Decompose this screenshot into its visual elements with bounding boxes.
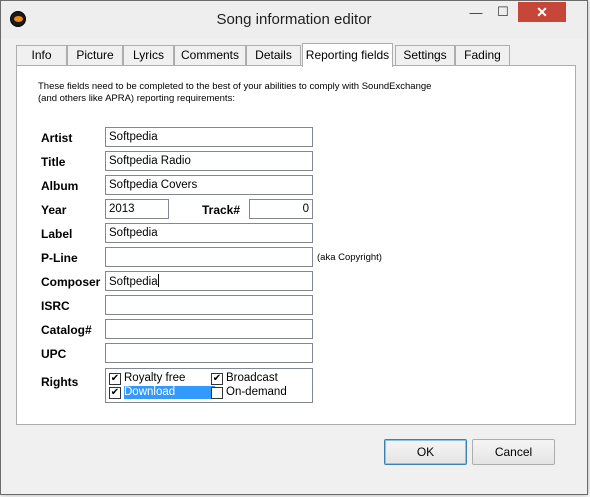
reporting-fields-panel: These fields need to be completed to the… (16, 65, 576, 425)
isrc-input[interactable] (105, 295, 313, 315)
royalty-free-label: Royalty free (124, 372, 186, 384)
album-input[interactable]: Softpedia Covers (105, 175, 313, 195)
rights-label: Rights (41, 375, 79, 389)
label-label: Label (41, 227, 73, 241)
tab-comments[interactable]: Comments (174, 45, 246, 66)
intro-line-1: These fields need to be completed to the… (38, 81, 432, 92)
tab-picture[interactable]: Picture (67, 45, 123, 66)
title-input[interactable]: Softpedia Radio (105, 151, 313, 171)
composer-input[interactable]: Softpedia (105, 271, 313, 291)
broadcast-checkbox[interactable]: ✔ (211, 372, 223, 385)
rights-royalty-free[interactable]: ✔ Royalty free (109, 372, 185, 385)
song-info-editor-window: Song information editor — ☐ ✕ Info Pictu… (0, 0, 588, 495)
album-label: Album (41, 179, 79, 193)
pline-label: P-Line (41, 251, 78, 265)
text-caret (157, 274, 159, 287)
rights-on-demand[interactable]: On-demand (211, 386, 287, 399)
rights-checklist[interactable]: ✔ Royalty free ✔ Broadcast ✔ Download On… (105, 368, 313, 403)
tab-info[interactable]: Info (16, 45, 67, 66)
tab-reporting-fields[interactable]: Reporting fields (302, 43, 393, 67)
artist-input[interactable]: Softpedia (105, 127, 313, 147)
year-input[interactable]: 2013 (105, 199, 169, 219)
tab-strip: Info Picture Lyrics Comments Details Rep… (16, 43, 576, 67)
cancel-button[interactable]: Cancel (472, 439, 555, 465)
upc-input[interactable] (105, 343, 313, 363)
catalog-label: Catalog# (41, 323, 92, 337)
intro-line-2: (and others like APRA) reporting require… (38, 93, 235, 104)
pline-input[interactable] (105, 247, 313, 267)
artist-label: Artist (41, 131, 73, 145)
rights-broadcast[interactable]: ✔ Broadcast (211, 372, 278, 385)
catalog-input[interactable] (105, 319, 313, 339)
composer-value: Softpedia (109, 276, 158, 288)
ok-button[interactable]: OK (384, 439, 467, 465)
upc-label: UPC (41, 347, 67, 361)
title-label: Title (41, 155, 66, 169)
close-button[interactable]: ✕ (518, 2, 566, 22)
isrc-label: ISRC (41, 299, 70, 313)
tab-settings[interactable]: Settings (395, 45, 455, 66)
track-label: Track# (202, 203, 241, 217)
tab-details[interactable]: Details (246, 45, 301, 66)
download-label: Download (124, 386, 216, 399)
minimize-button[interactable]: — (463, 2, 489, 22)
maximize-button[interactable]: ☐ (490, 2, 516, 22)
year-label: Year (41, 203, 67, 217)
download-checkbox[interactable]: ✔ (109, 386, 121, 399)
track-input[interactable]: 0 (249, 199, 313, 219)
tab-fading[interactable]: Fading (455, 45, 510, 66)
composer-label: Composer (41, 275, 101, 289)
tab-lyrics[interactable]: Lyrics (123, 45, 174, 66)
on-demand-label: On-demand (226, 386, 287, 398)
broadcast-label: Broadcast (226, 372, 278, 384)
title-bar[interactable]: Song information editor — ☐ ✕ (1, 1, 587, 39)
rights-download[interactable]: ✔ Download (109, 386, 216, 399)
label-input[interactable]: Softpedia (105, 223, 313, 243)
intro-text: These fields need to be completed to the… (38, 81, 558, 105)
copyright-note: (aka Copyright) (317, 252, 382, 263)
royalty-free-checkbox[interactable]: ✔ (109, 372, 121, 385)
on-demand-checkbox[interactable] (211, 386, 223, 399)
